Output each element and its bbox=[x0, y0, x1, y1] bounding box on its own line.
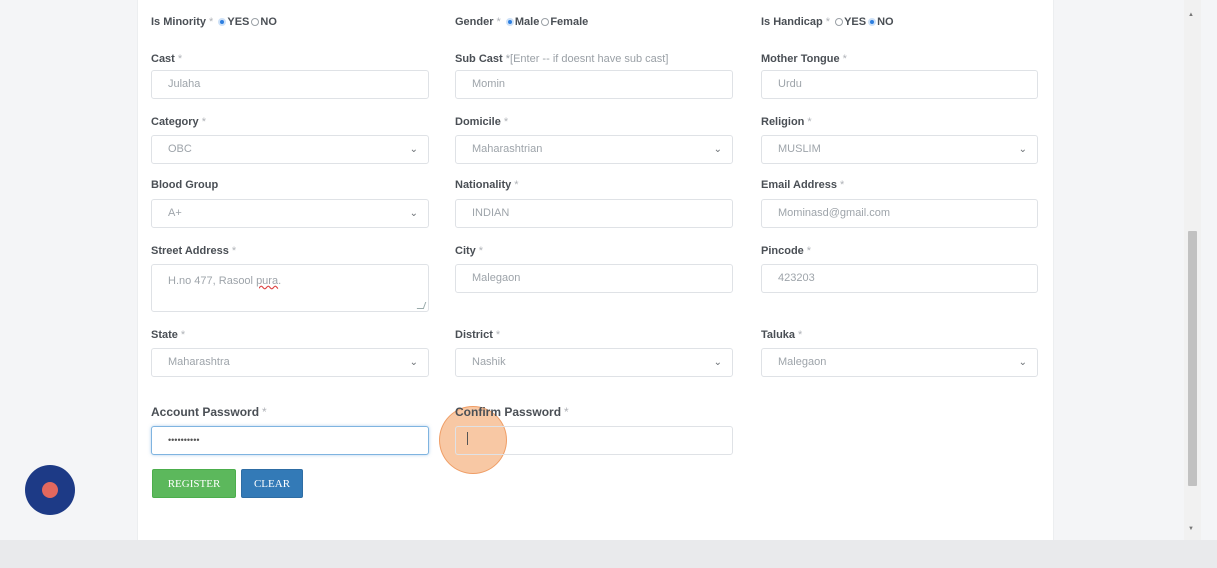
nationality-value: INDIAN bbox=[472, 207, 510, 219]
required-mark: * bbox=[209, 16, 214, 28]
pincode-input[interactable]: 423203 bbox=[761, 264, 1038, 293]
handicap-label: Is Handicap bbox=[761, 16, 823, 28]
mother-tongue-label: Mother Tongue * bbox=[761, 53, 847, 65]
minority-no-label[interactable]: NO bbox=[260, 16, 277, 28]
taluka-select[interactable]: Malegaon ⌄ bbox=[761, 348, 1038, 377]
gender-male-radio[interactable] bbox=[505, 18, 514, 26]
resize-handle-icon[interactable] bbox=[416, 302, 427, 309]
account-password-input[interactable]: •••••••••• bbox=[151, 426, 429, 455]
cast-value: Julaha bbox=[168, 78, 201, 90]
record-dot-icon bbox=[42, 482, 58, 498]
street-address-value: H.no 477, Rasool bbox=[168, 275, 257, 287]
cast-label: Cast * bbox=[151, 53, 183, 65]
pincode-value: 423203 bbox=[778, 272, 815, 284]
chevron-down-icon: ⌄ bbox=[713, 144, 722, 155]
minority-no-radio[interactable] bbox=[251, 18, 260, 26]
sub-cast-label: Sub Cast *[Enter -- if doesnt have sub c… bbox=[455, 53, 669, 65]
district-select[interactable]: Nashik ⌄ bbox=[455, 348, 733, 377]
street-address-label: Street Address * bbox=[151, 245, 237, 257]
handicap-no-label[interactable]: NO bbox=[877, 16, 894, 28]
category-label: Category * bbox=[151, 116, 206, 128]
minority-radio-group: Is Minority * YES NO bbox=[151, 15, 277, 29]
minority-yes-radio[interactable] bbox=[218, 18, 227, 26]
category-select[interactable]: OBC ⌄ bbox=[151, 135, 429, 164]
mother-tongue-input[interactable]: Urdu bbox=[761, 70, 1038, 99]
handicap-no-radio[interactable] bbox=[868, 18, 877, 26]
nationality-input[interactable]: INDIAN bbox=[455, 199, 733, 228]
page-viewport: Is Minority * YES NO Gender * Male Female Is… bbox=[0, 0, 1217, 540]
state-value: Maharashtra bbox=[168, 356, 230, 368]
religion-label: Religion * bbox=[761, 116, 812, 128]
gender-male-label[interactable]: Male bbox=[515, 16, 539, 28]
register-button[interactable]: REGISTER bbox=[152, 469, 236, 498]
handicap-yes-label[interactable]: YES bbox=[844, 16, 866, 28]
vertical-scrollbar[interactable]: ▲ ▼ bbox=[1184, 0, 1201, 540]
sub-cast-input[interactable]: Momin bbox=[455, 70, 733, 99]
account-password-label: Account Password * bbox=[151, 405, 267, 419]
domicile-select[interactable]: Maharashtrian ⌄ bbox=[455, 135, 733, 164]
email-label: Email Address * bbox=[761, 179, 845, 191]
domicile-label: Domicile * bbox=[455, 116, 509, 128]
triangle-down-icon[interactable]: ▼ bbox=[1188, 526, 1194, 532]
city-input[interactable]: Malegaon bbox=[455, 264, 733, 293]
email-value: Mominasd@gmail.com bbox=[778, 207, 891, 219]
street-address-suffix: . bbox=[278, 275, 282, 287]
street-address-textarea[interactable]: H.no 477, Rasool pura. bbox=[151, 264, 429, 312]
handicap-radio-group: Is Handicap * YES NO bbox=[761, 15, 894, 29]
text-cursor bbox=[467, 432, 468, 445]
handicap-yes-radio[interactable] bbox=[835, 18, 844, 26]
password-value: •••••••••• bbox=[168, 435, 200, 445]
spellcheck-word: pura bbox=[256, 275, 279, 287]
chevron-down-icon: ⌄ bbox=[409, 208, 418, 219]
floating-action-button[interactable] bbox=[25, 465, 75, 515]
clear-button[interactable]: CLEAR bbox=[241, 469, 303, 498]
domicile-value: Maharashtrian bbox=[472, 143, 543, 155]
scrollbar-thumb[interactable] bbox=[1188, 231, 1197, 486]
taluka-value: Malegaon bbox=[778, 356, 827, 368]
nationality-label: Nationality * bbox=[455, 179, 519, 191]
state-select[interactable]: Maharashtra ⌄ bbox=[151, 348, 429, 377]
city-value: Malegaon bbox=[472, 272, 521, 284]
district-value: Nashik bbox=[472, 356, 506, 368]
required-mark: * bbox=[825, 16, 831, 28]
gender-label: Gender bbox=[455, 16, 494, 28]
religion-value: MUSLIM bbox=[778, 143, 821, 155]
gender-female-label[interactable]: Female bbox=[550, 16, 588, 28]
required-mark: * bbox=[496, 16, 501, 28]
chevron-down-icon: ⌄ bbox=[409, 357, 418, 368]
blood-group-value: A+ bbox=[168, 207, 182, 219]
minority-label: Is Minority bbox=[151, 16, 207, 28]
state-label: State * bbox=[151, 329, 186, 341]
confirm-password-input[interactable] bbox=[455, 426, 733, 455]
chevron-down-icon: ⌄ bbox=[1018, 357, 1027, 368]
district-label: District * bbox=[455, 329, 501, 341]
triangle-up-icon[interactable]: ▲ bbox=[1188, 12, 1194, 18]
minority-yes-label[interactable]: YES bbox=[227, 16, 249, 28]
chevron-down-icon: ⌄ bbox=[713, 357, 722, 368]
chevron-down-icon: ⌄ bbox=[409, 144, 418, 155]
sub-cast-value: Momin bbox=[472, 78, 506, 90]
religion-select[interactable]: MUSLIM ⌄ bbox=[761, 135, 1038, 164]
chevron-down-icon: ⌄ bbox=[1018, 144, 1027, 155]
blood-group-select[interactable]: A+ ⌄ bbox=[151, 199, 429, 228]
city-label: City * bbox=[455, 245, 484, 257]
taluka-label: Taluka * bbox=[761, 329, 803, 341]
gender-radio-group: Gender * Male Female bbox=[455, 15, 588, 29]
blood-group-label: Blood Group bbox=[151, 179, 219, 191]
sub-cast-hint: *[Enter -- if doesnt have sub cast] bbox=[505, 53, 669, 65]
mother-tongue-value: Urdu bbox=[778, 78, 802, 90]
confirm-password-label: Confirm Password * bbox=[455, 405, 569, 419]
cast-input[interactable]: Julaha bbox=[151, 70, 429, 99]
pincode-label: Pincode * bbox=[761, 245, 812, 257]
category-value: OBC bbox=[168, 143, 192, 155]
email-input[interactable]: Mominasd@gmail.com bbox=[761, 199, 1038, 228]
gender-female-radio[interactable] bbox=[541, 18, 550, 26]
